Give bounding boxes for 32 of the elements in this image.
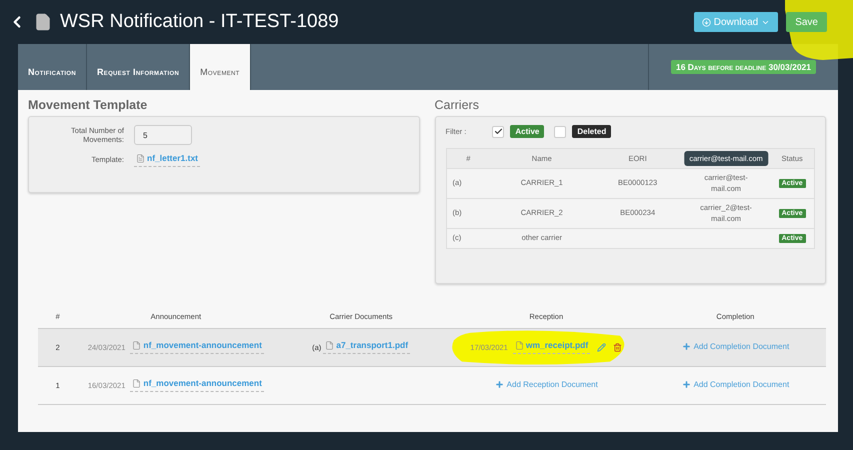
- document-icon: [132, 340, 142, 350]
- section-title: Movement Template: [28, 98, 148, 112]
- deadline-badge: 16 Days before deadline 30/03/2021: [670, 60, 816, 74]
- add-reception-link[interactable]: Add Reception Document: [494, 380, 598, 388]
- input-field[interactable]: 5: [134, 125, 192, 145]
- delete-icon[interactable]: [613, 342, 622, 352]
- checkbox[interactable]: [492, 126, 504, 138]
- filter-tag: Active: [510, 125, 544, 138]
- document-icon: [514, 340, 524, 350]
- add-completion-link[interactable]: Add Completion Document: [682, 342, 790, 350]
- file-link[interactable]: nf_movement-announcement: [130, 378, 264, 392]
- checkbox[interactable]: [554, 126, 566, 138]
- save-button[interactable]: Save: [786, 12, 827, 32]
- document-icon: [34, 13, 52, 31]
- download-button[interactable]: Download: [694, 12, 778, 32]
- download-icon: [702, 18, 711, 26]
- add-completion-link[interactable]: Add Completion Document: [682, 380, 790, 388]
- document-icon: [136, 154, 145, 162]
- plus-icon: [682, 342, 691, 350]
- page-title: WSR Notification - IT-TEST-1089: [60, 11, 340, 33]
- tab[interactable]: Movement: [190, 44, 251, 90]
- section-title: Carriers: [434, 98, 480, 112]
- plus-icon: [682, 380, 691, 388]
- file-link[interactable]: a7_transport1.pdf: [323, 340, 410, 354]
- file-link[interactable]: nf_movement-announcement: [130, 340, 264, 354]
- document-icon: [132, 378, 142, 388]
- edit-icon[interactable]: [597, 342, 606, 352]
- document-icon: [325, 340, 334, 350]
- plus-icon: [494, 380, 504, 388]
- filter-tag: Deleted: [572, 125, 612, 138]
- file-link[interactable]: nf_letter1.txt: [134, 153, 200, 167]
- file-link[interactable]: wm_receipt.pdf: [512, 340, 590, 354]
